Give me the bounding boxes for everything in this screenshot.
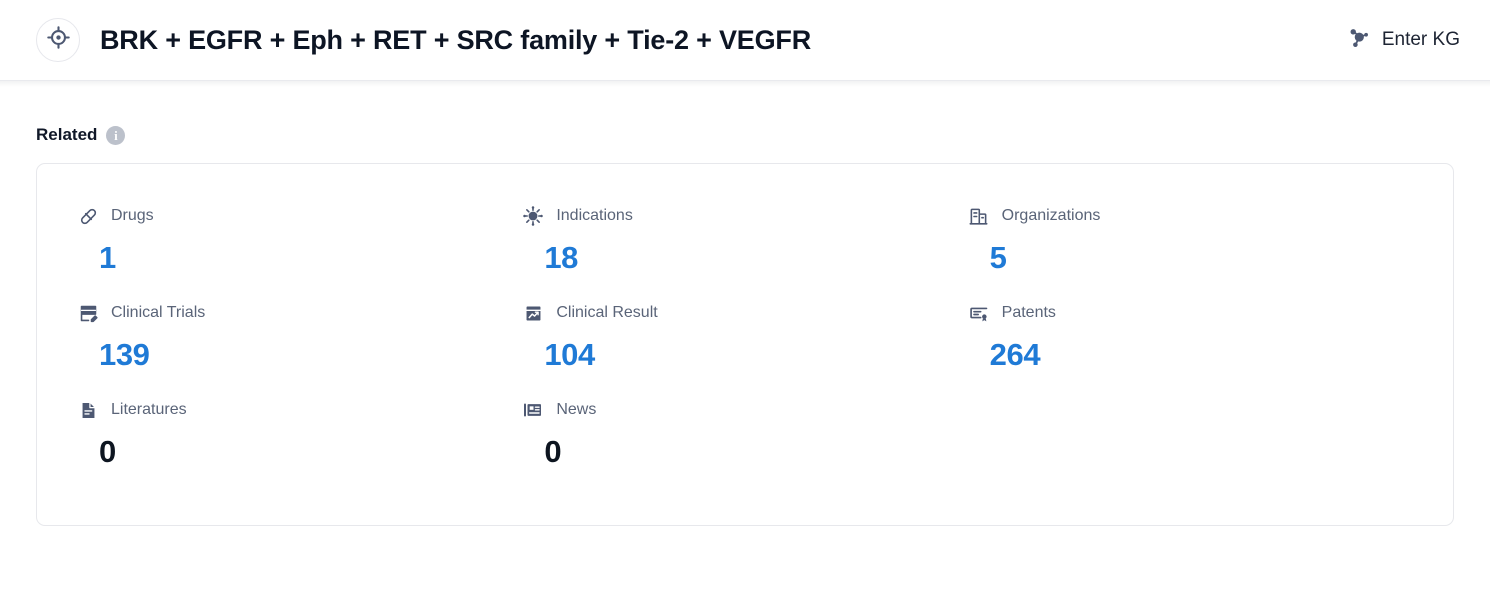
stat-label: Literatures <box>111 401 187 418</box>
stat-clinical-result[interactable]: Clinical Result 104 <box>522 291 967 388</box>
related-stats-grid: Drugs 1 Indications 18 Organizations 5 C… <box>77 194 1413 485</box>
stat-label: Organizations <box>1001 207 1101 224</box>
crosshair-target-icon <box>46 25 71 55</box>
stat-value: 264 <box>989 337 1041 372</box>
stat-clinical-trials[interactable]: Clinical Trials 139 <box>77 291 522 388</box>
stat-header: Literatures <box>77 398 522 422</box>
stat-header: Indications <box>522 204 967 228</box>
stat-label: Patents <box>1001 304 1056 321</box>
stat-value: 0 <box>544 434 562 469</box>
clinical-trial-icon <box>77 302 99 324</box>
stat-literatures[interactable]: Literatures 0 <box>77 388 522 485</box>
stat-value: 139 <box>99 337 150 372</box>
news-icon <box>522 399 544 421</box>
page-body: Related i Drugs 1 Indications 18 Organiz… <box>0 81 1490 526</box>
stat-drugs[interactable]: Drugs 1 <box>77 194 522 291</box>
stat-header: News <box>522 398 967 422</box>
stat-indications[interactable]: Indications 18 <box>522 194 967 291</box>
pill-icon <box>77 205 99 227</box>
stat-news[interactable]: News 0 <box>522 388 967 485</box>
stat-header: Organizations <box>968 204 1413 228</box>
stat-label: Drugs <box>111 207 154 224</box>
stat-value: 104 <box>544 337 595 372</box>
stat-organizations[interactable]: Organizations 5 <box>968 194 1413 291</box>
related-card: Drugs 1 Indications 18 Organizations 5 C… <box>36 163 1454 526</box>
related-section-title: Related <box>36 125 98 144</box>
stat-value: 1 <box>99 240 116 275</box>
virus-icon <box>522 205 544 227</box>
patent-icon <box>968 302 990 324</box>
stat-value: 5 <box>989 240 1007 275</box>
page-title: BRK + EGFR + Eph + RET + SRC family + Ti… <box>100 24 811 55</box>
stat-patents[interactable]: Patents 264 <box>968 291 1413 388</box>
stat-header: Drugs <box>77 204 522 228</box>
stat-label: Clinical Result <box>556 304 658 321</box>
stat-label: News <box>556 401 597 418</box>
stat-value: 18 <box>544 240 579 275</box>
related-section-header: Related i <box>36 81 1454 163</box>
literature-icon <box>77 399 99 421</box>
organization-icon <box>968 205 990 227</box>
target-badge <box>36 18 80 62</box>
stat-header: Clinical Result <box>522 301 967 325</box>
enter-kg-button[interactable]: Enter KG <box>1339 21 1466 60</box>
stat-label: Indications <box>556 207 633 224</box>
stat-header: Patents <box>968 301 1413 325</box>
enter-kg-label: Enter KG <box>1381 29 1460 50</box>
stat-label: Clinical Trials <box>111 304 206 321</box>
info-icon[interactable]: i <box>106 125 126 145</box>
stat-value: 0 <box>99 434 116 469</box>
clinical-result-icon <box>522 302 544 324</box>
stat-header: Clinical Trials <box>77 301 522 325</box>
knowledge-graph-icon <box>1345 25 1371 56</box>
app-header: BRK + EGFR + Eph + RET + SRC family + Ti… <box>0 0 1490 87</box>
